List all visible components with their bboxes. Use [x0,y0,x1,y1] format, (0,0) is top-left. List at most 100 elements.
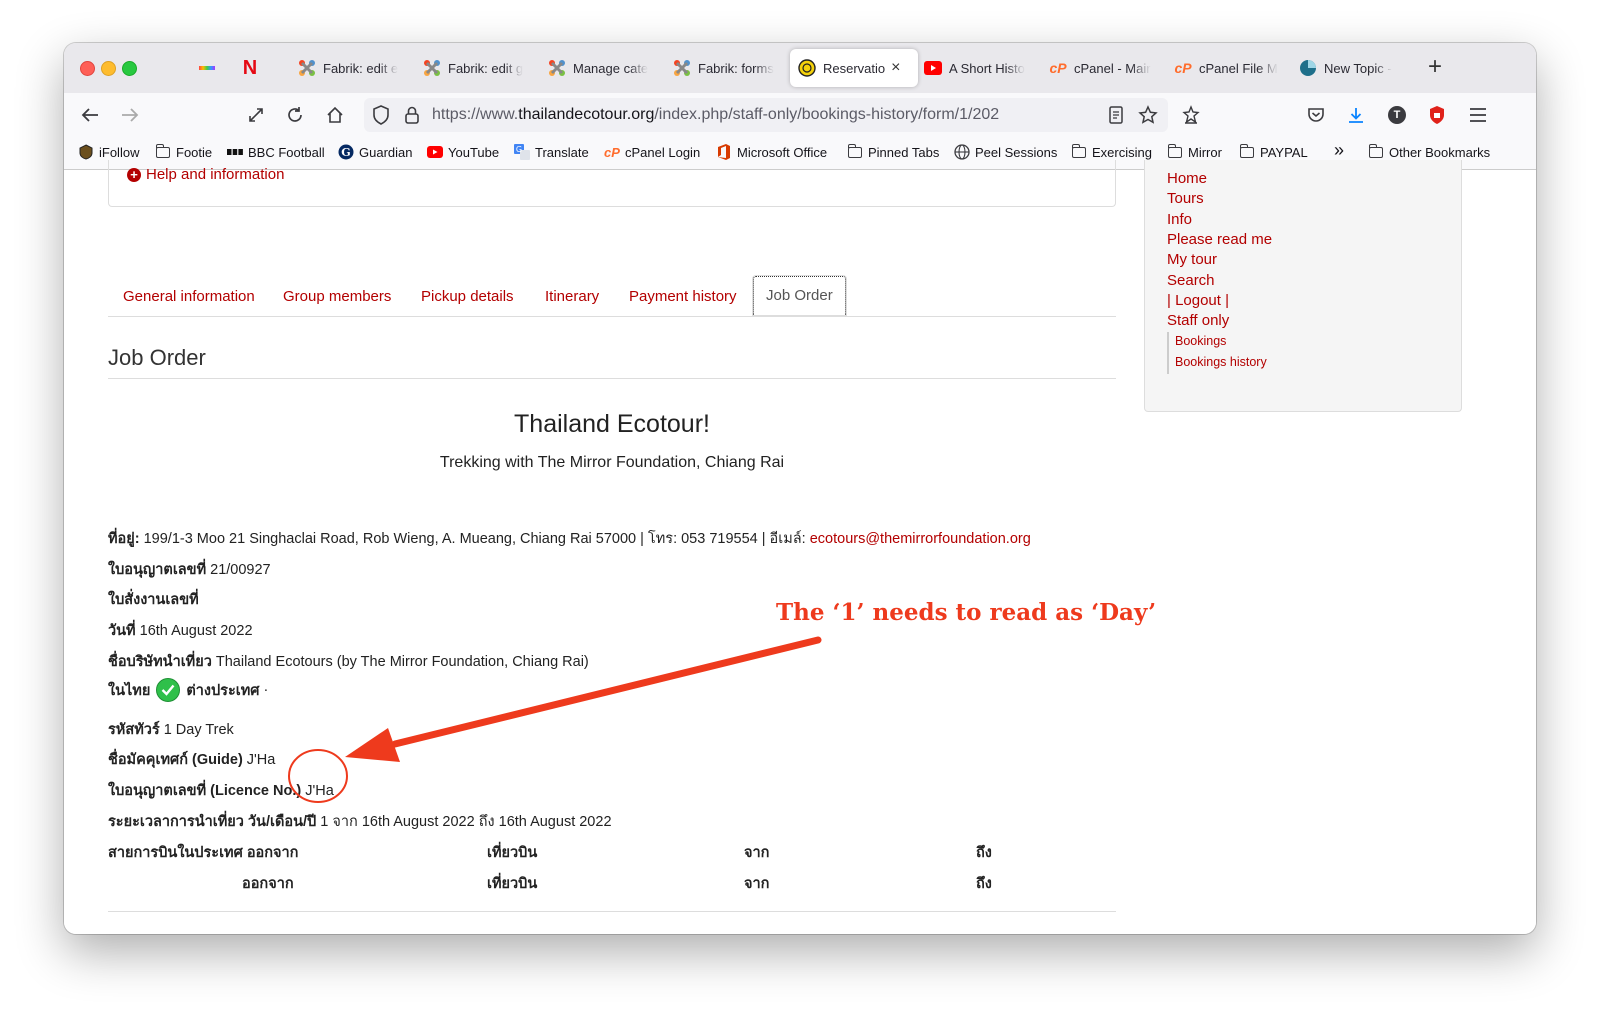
email-link[interactable]: ecotours@themirrorfoundation.org [810,531,1031,547]
tab-short-history[interactable]: A Short Histo [916,49,1042,87]
home-button[interactable] [323,103,347,127]
tab-new-topic[interactable]: New Topic - [1291,49,1417,87]
menu-item-my-tour[interactable]: My tour [1167,251,1217,268]
menu-item-staff-only[interactable]: Staff only [1167,312,1229,329]
bookmark-bbc-football[interactable]: BBC Football [227,144,325,160]
flight-to-label: ถึง [976,845,992,861]
domestic-flight-label: สายการบินในประเทศ ออกจาก [108,845,299,861]
bookmark-label: cPanel Login [625,144,701,160]
extension-icon [1182,105,1200,124]
extension-button[interactable] [1179,103,1203,127]
bookmark-paypal[interactable]: PAYPAL [1239,143,1308,160]
tab-label: Reservatio [823,60,886,76]
account-button[interactable]: T [1385,103,1409,127]
tab-itinerary[interactable]: Itinerary [545,288,599,305]
bookmark-mirror[interactable]: Mirror [1167,143,1222,160]
youtube-icon [924,59,942,77]
forum-icon [1299,59,1317,77]
tab-manage-categories[interactable]: Manage cate [540,49,666,87]
pocket-button[interactable] [1304,103,1328,127]
menu-item-logout[interactable]: | Logout | [1167,292,1229,309]
company-name-line: ชื่อบริษัทนำเที่ยว Thailand Ecotours (by… [108,650,589,673]
tab-payment-history[interactable]: Payment history [629,288,737,305]
arrow-left-icon [81,108,98,122]
bookmark-guardian[interactable]: G Guardian [338,144,412,160]
expand-icon [249,108,263,122]
site-logo-icon [798,59,816,77]
app-menu-button[interactable] [1466,103,1490,127]
help-link[interactable]: + Help and information [127,166,284,183]
bookmark-youtube[interactable]: YouTube [427,144,499,160]
duration-to: 16th August 2022 [498,813,612,830]
rainbow-icon [199,66,215,70]
cpanel-icon: cP [604,144,620,160]
menu-item-please-read-me[interactable]: Please read me [1167,231,1272,248]
new-tab-button[interactable]: + [1428,55,1442,79]
bookmark-peel-sessions[interactable]: Peel Sessions [954,144,1057,160]
tab-cpanel-main[interactable]: cP cPanel - Mair [1041,49,1167,87]
pocket-icon [1308,108,1324,122]
lock-icon[interactable] [404,105,420,130]
bookmark-microsoft-office[interactable]: Microsoft Office [716,144,827,160]
folder-icon [1167,143,1183,160]
bookmark-label: Footie [176,144,213,160]
url-scheme: https://www. [432,106,519,123]
minimize-window-button[interactable] [101,61,116,76]
bookmarks-overflow-button[interactable]: » [1334,140,1344,161]
menu-item-bookings[interactable]: Bookings [1175,334,1226,348]
menu-item-bookings-history[interactable]: Bookings history [1175,355,1267,369]
close-window-button[interactable] [80,61,95,76]
menu-item-info[interactable]: Info [1167,211,1192,228]
url-bar[interactable]: https://www.thailandecotour.org/index.ph… [364,98,1168,132]
tab-pickup-details[interactable]: Pickup details [421,288,514,305]
tab-label: Fabrik: edit g [448,60,524,76]
close-tab-icon[interactable]: × [891,59,900,77]
bookmark-label: Peel Sessions [975,144,1058,160]
tab-fabrik-edit-e[interactable]: Fabrik: edit e [290,49,416,87]
tab-job-order[interactable]: Job Order [753,276,846,315]
shield-icon[interactable] [372,105,390,130]
svg-text:G: G [516,145,522,154]
pinned-tab-netflix[interactable]: N [239,57,261,79]
bookmark-translate[interactable]: G Translate [514,144,589,160]
ublock-button[interactable] [1425,103,1449,127]
bookmark-other-bookmarks[interactable]: Other Bookmarks [1368,143,1490,160]
bookmark-footie[interactable]: Footie [155,143,213,160]
bookmark-star-icon[interactable] [1138,105,1158,130]
reload-button[interactable] [283,103,307,127]
tab-group-members[interactable]: Group members [283,288,391,305]
bookmark-pinned-tabs[interactable]: Pinned Tabs [847,143,940,160]
tab-reservation[interactable]: Reservatio × [790,49,918,87]
tab-cpanel-file-manager[interactable]: cP cPanel File M [1166,49,1292,87]
duration-count: 1 [320,813,329,830]
flight-label: เที่ยวบิน [487,876,538,892]
zoom-window-button[interactable] [122,61,137,76]
tab-strip: N Fabrik: edit e Fabrik: edit g Manage c… [64,43,1536,93]
pinned-tab-rainbow[interactable] [196,57,218,79]
bookmark-exercising[interactable]: Exercising [1071,143,1152,160]
bookmark-ifollow[interactable]: iFollow [78,144,139,160]
downloads-button[interactable] [1344,103,1368,127]
plus-circle-icon: + [127,167,141,182]
job-order-number-label: ใบสั่งงานเลขที่ [108,592,199,608]
arrow-right-icon [122,108,139,122]
url-domain: thailandecotour.org [518,106,655,123]
tab-general-information[interactable]: General information [123,288,255,305]
license-value: 21/00927 [210,561,271,578]
menu-item-tours[interactable]: Tours [1167,190,1204,207]
tab-fabrik-forms[interactable]: Fabrik: forms [665,49,791,87]
flight-from-label: จาก [744,845,770,861]
fullscreen-button[interactable] [244,103,268,127]
bookmark-cpanel-login[interactable]: cP cPanel Login [604,144,700,160]
bookmark-label: Pinned Tabs [868,144,940,160]
tab-fabrik-edit-g[interactable]: Fabrik: edit g [415,49,541,87]
back-button[interactable] [78,103,102,127]
menu-item-home[interactable]: Home [1167,170,1207,187]
forward-button[interactable] [118,103,142,127]
menu-item-search[interactable]: Search [1167,272,1215,289]
folder-icon [155,143,171,160]
guardian-icon: G [338,144,354,160]
reload-icon [288,107,302,122]
url-text[interactable]: https://www.thailandecotour.org/index.ph… [432,106,999,124]
reader-view-icon[interactable] [1108,106,1124,129]
